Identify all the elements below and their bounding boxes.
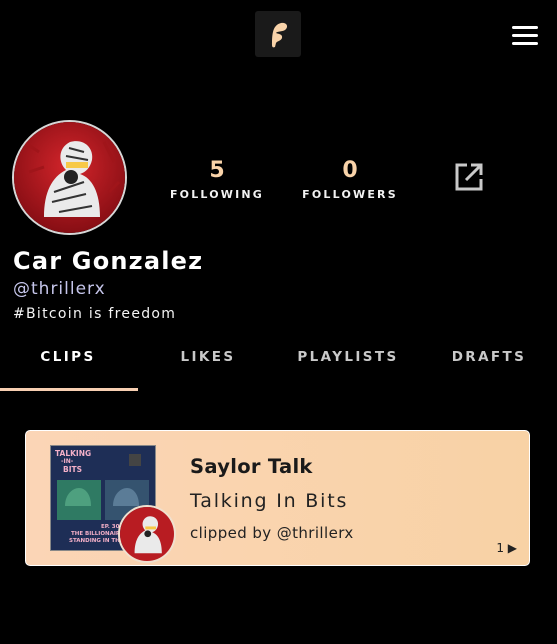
external-link-icon[interactable] bbox=[454, 162, 484, 192]
cover-title-line1: TALKING bbox=[55, 449, 92, 458]
following-count: 5 bbox=[209, 158, 225, 183]
tab-drafts[interactable]: DRAFTS bbox=[421, 337, 557, 391]
clip-attribution: clipped by @thrillerx bbox=[190, 524, 354, 542]
tab-clips[interactable]: CLIPS bbox=[0, 337, 136, 391]
clip-show-name: Talking In Bits bbox=[190, 490, 349, 512]
profile-handle: @thrillerx bbox=[13, 279, 106, 299]
following-stat[interactable]: 5 FOLLOWING bbox=[162, 158, 272, 201]
cover-caption-2: STANDING IN THE bbox=[69, 538, 124, 544]
cover-episode: EP. 30 bbox=[101, 524, 120, 530]
cover-caption-1: THE BILLIONAIRE bbox=[71, 531, 124, 537]
cover-title-line3: BITS bbox=[63, 465, 83, 474]
profile-avatar[interactable] bbox=[12, 120, 127, 235]
app-logo-icon[interactable] bbox=[255, 11, 301, 57]
profile-name: Car Gonzalez bbox=[13, 247, 204, 275]
followers-stat[interactable]: 0 FOLLOWERS bbox=[295, 158, 405, 201]
followers-count: 0 bbox=[342, 158, 358, 183]
active-tab-indicator bbox=[0, 388, 138, 391]
followers-label: FOLLOWERS bbox=[302, 188, 398, 201]
cover-title-line2: -IN- bbox=[61, 458, 74, 465]
profile-tabs: CLIPS LIKES PLAYLISTS DRAFTS bbox=[0, 337, 557, 393]
clip-title: Saylor Talk bbox=[190, 455, 313, 478]
tab-likes[interactable]: LIKES bbox=[140, 337, 276, 391]
following-label: FOLLOWING bbox=[169, 188, 265, 201]
clip-card[interactable]: TALKING -IN- BITS EP. 30 THE BILLIONAIRE… bbox=[25, 430, 530, 566]
clip-play-count: 1 ▶ bbox=[496, 541, 517, 555]
hamburger-menu-icon[interactable] bbox=[510, 24, 540, 46]
tab-playlists[interactable]: PLAYLISTS bbox=[280, 337, 416, 391]
clipper-avatar bbox=[118, 505, 176, 563]
profile-bio: #Bitcoin is freedom bbox=[13, 306, 177, 322]
